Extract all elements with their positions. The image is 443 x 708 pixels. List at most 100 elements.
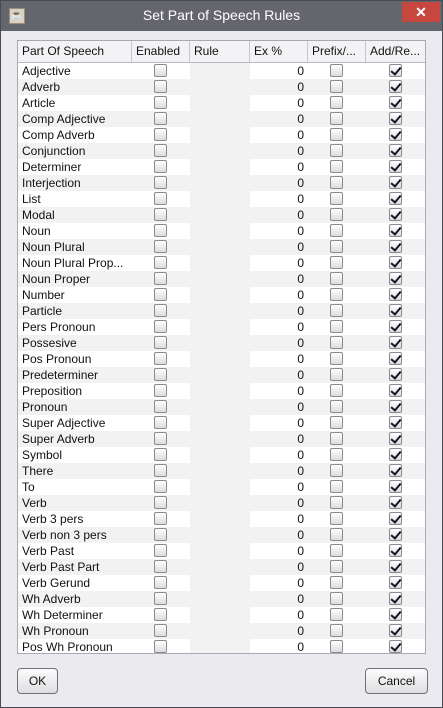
prefix-checkbox[interactable] — [330, 416, 343, 429]
table-row[interactable]: Possesive 0 — [18, 335, 425, 351]
table-row[interactable]: Pos Pronoun 0 — [18, 351, 425, 367]
ex-percent-cell[interactable]: 0 — [250, 143, 308, 159]
ex-percent-cell[interactable]: 0 — [250, 575, 308, 591]
prefix-checkbox[interactable] — [330, 128, 343, 141]
add-remove-checkbox[interactable] — [389, 400, 402, 413]
table-row[interactable]: Verb Gerund 0 — [18, 575, 425, 591]
rule-cell[interactable] — [190, 431, 250, 447]
add-remove-checkbox[interactable] — [389, 448, 402, 461]
add-remove-checkbox[interactable] — [389, 336, 402, 349]
add-remove-checkbox[interactable] — [389, 112, 402, 125]
prefix-checkbox[interactable] — [330, 320, 343, 333]
add-remove-checkbox[interactable] — [389, 528, 402, 541]
rule-cell[interactable] — [190, 303, 250, 319]
add-remove-checkbox[interactable] — [389, 304, 402, 317]
rule-cell[interactable] — [190, 479, 250, 495]
table-row[interactable]: Adverb 0 — [18, 79, 425, 95]
rule-cell[interactable] — [190, 591, 250, 607]
prefix-checkbox[interactable] — [330, 576, 343, 589]
table-row[interactable]: Adjective 0 — [18, 63, 425, 79]
add-remove-checkbox[interactable] — [389, 496, 402, 509]
column-header-part-of-speech[interactable]: Part Of Speech — [18, 41, 132, 62]
enabled-checkbox[interactable] — [154, 112, 167, 125]
add-remove-checkbox[interactable] — [389, 416, 402, 429]
enabled-checkbox[interactable] — [154, 272, 167, 285]
table-row[interactable]: Preposition 0 — [18, 383, 425, 399]
enabled-checkbox[interactable] — [154, 320, 167, 333]
ex-percent-cell[interactable]: 0 — [250, 255, 308, 271]
enabled-checkbox[interactable] — [154, 560, 167, 573]
table-row[interactable]: Noun 0 — [18, 223, 425, 239]
ex-percent-cell[interactable]: 0 — [250, 431, 308, 447]
enabled-checkbox[interactable] — [154, 480, 167, 493]
rule-cell[interactable] — [190, 463, 250, 479]
ex-percent-cell[interactable]: 0 — [250, 607, 308, 623]
table-row[interactable]: Comp Adverb 0 — [18, 127, 425, 143]
ex-percent-cell[interactable]: 0 — [250, 175, 308, 191]
table-row[interactable]: Particle 0 — [18, 303, 425, 319]
cancel-button[interactable]: Cancel — [365, 668, 428, 694]
add-remove-checkbox[interactable] — [389, 272, 402, 285]
table-row[interactable]: Interjection 0 — [18, 175, 425, 191]
rule-cell[interactable] — [190, 319, 250, 335]
rule-cell[interactable] — [190, 287, 250, 303]
enabled-checkbox[interactable] — [154, 416, 167, 429]
prefix-checkbox[interactable] — [330, 480, 343, 493]
table-row[interactable]: Super Adjective 0 — [18, 415, 425, 431]
ex-percent-cell[interactable]: 0 — [250, 63, 308, 79]
table-row[interactable]: Wh Pronoun 0 — [18, 623, 425, 639]
add-remove-checkbox[interactable] — [389, 384, 402, 397]
prefix-checkbox[interactable] — [330, 144, 343, 157]
table-row[interactable]: Noun Plural Prop... 0 — [18, 255, 425, 271]
add-remove-checkbox[interactable] — [389, 224, 402, 237]
table-row[interactable]: Conjunction 0 — [18, 143, 425, 159]
enabled-checkbox[interactable] — [154, 400, 167, 413]
column-header-add-remove[interactable]: Add/Re... — [366, 41, 425, 62]
prefix-checkbox[interactable] — [330, 432, 343, 445]
add-remove-checkbox[interactable] — [389, 608, 402, 621]
ex-percent-cell[interactable]: 0 — [250, 415, 308, 431]
prefix-checkbox[interactable] — [330, 352, 343, 365]
close-button[interactable]: ✕ — [402, 2, 440, 22]
prefix-checkbox[interactable] — [330, 608, 343, 621]
add-remove-checkbox[interactable] — [389, 560, 402, 573]
add-remove-checkbox[interactable] — [389, 352, 402, 365]
table-row[interactable]: Noun Plural 0 — [18, 239, 425, 255]
enabled-checkbox[interactable] — [154, 160, 167, 173]
table-row[interactable]: Verb non 3 pers 0 — [18, 527, 425, 543]
rule-cell[interactable] — [190, 527, 250, 543]
prefix-checkbox[interactable] — [330, 64, 343, 77]
table-row[interactable]: Pronoun 0 — [18, 399, 425, 415]
table-row[interactable]: Pos Wh Pronoun 0 — [18, 639, 425, 653]
prefix-checkbox[interactable] — [330, 544, 343, 557]
ex-percent-cell[interactable]: 0 — [250, 543, 308, 559]
add-remove-checkbox[interactable] — [389, 96, 402, 109]
rule-cell[interactable] — [190, 175, 250, 191]
ex-percent-cell[interactable]: 0 — [250, 111, 308, 127]
enabled-checkbox[interactable] — [154, 240, 167, 253]
enabled-checkbox[interactable] — [154, 464, 167, 477]
prefix-checkbox[interactable] — [330, 240, 343, 253]
table-row[interactable]: To 0 — [18, 479, 425, 495]
rule-cell[interactable] — [190, 447, 250, 463]
rule-cell[interactable] — [190, 399, 250, 415]
prefix-checkbox[interactable] — [330, 528, 343, 541]
rule-cell[interactable] — [190, 223, 250, 239]
enabled-checkbox[interactable] — [154, 432, 167, 445]
enabled-checkbox[interactable] — [154, 128, 167, 141]
ex-percent-cell[interactable]: 0 — [250, 335, 308, 351]
prefix-checkbox[interactable] — [330, 192, 343, 205]
prefix-checkbox[interactable] — [330, 512, 343, 525]
rule-cell[interactable] — [190, 239, 250, 255]
rule-cell[interactable] — [190, 383, 250, 399]
enabled-checkbox[interactable] — [154, 224, 167, 237]
rule-cell[interactable] — [190, 111, 250, 127]
prefix-checkbox[interactable] — [330, 96, 343, 109]
enabled-checkbox[interactable] — [154, 592, 167, 605]
enabled-checkbox[interactable] — [154, 336, 167, 349]
add-remove-checkbox[interactable] — [389, 368, 402, 381]
ex-percent-cell[interactable]: 0 — [250, 559, 308, 575]
enabled-checkbox[interactable] — [154, 384, 167, 397]
prefix-checkbox[interactable] — [330, 464, 343, 477]
rule-cell[interactable] — [190, 543, 250, 559]
